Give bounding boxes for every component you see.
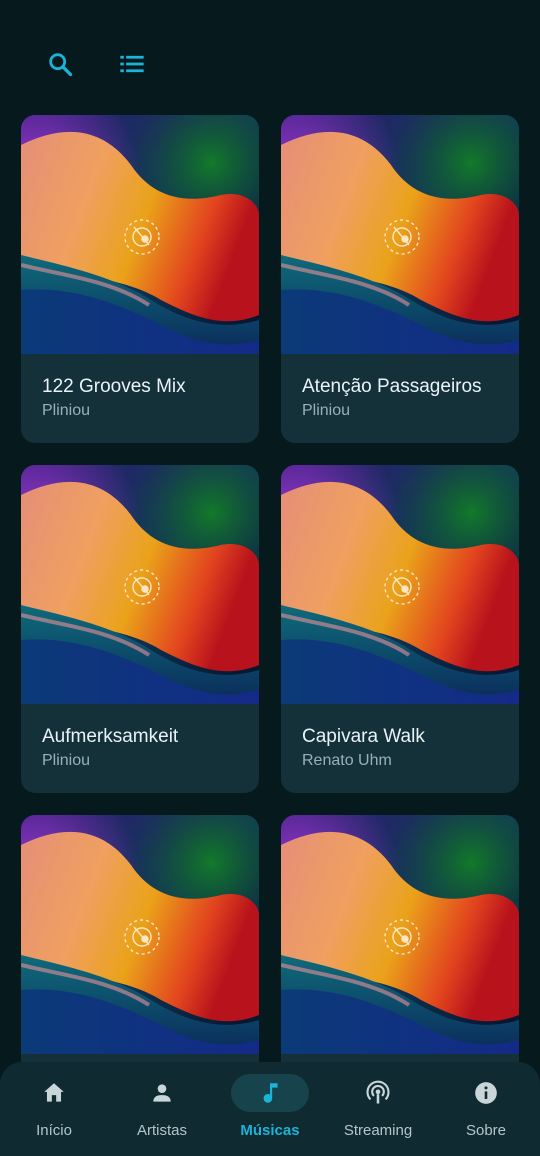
list-icon	[120, 55, 144, 73]
nav-label: Músicas	[240, 1122, 300, 1139]
music-note-icon	[263, 1083, 278, 1103]
home-icon	[44, 1083, 64, 1102]
song-artist: Pliniou	[42, 402, 91, 419]
song-title: Atenção Passageiros	[302, 376, 482, 397]
song-info: Capivara Walk Renato Uhm	[281, 704, 519, 772]
album-art-image	[281, 115, 519, 354]
search-button[interactable]	[40, 44, 80, 84]
song-card[interactable]: 122 Grooves Mix Pliniou	[21, 115, 259, 443]
album-art-image	[21, 815, 259, 1054]
song-info: Aufmerksamkeit Pliniou	[21, 704, 259, 772]
album-art-image	[21, 115, 259, 354]
nav-label: Artistas	[136, 1122, 187, 1139]
bottom-navigation: Início Artistas Músicas Streaming Sobre	[0, 1062, 540, 1156]
song-title: Capivara Walk	[302, 726, 425, 747]
song-title: 122 Grooves Mix	[42, 376, 186, 397]
nav-icon-container	[447, 1074, 525, 1112]
song-artist: Renato Uhm	[302, 752, 392, 769]
search-icon	[49, 53, 73, 77]
nav-item-sobre[interactable]: Sobre	[432, 1062, 540, 1156]
podcast-icon	[366, 1080, 390, 1104]
song-card[interactable]: Capivara Walk Renato Uhm	[281, 465, 519, 793]
album-art-image	[21, 465, 259, 704]
person-icon	[153, 1084, 171, 1102]
nav-icon-container	[15, 1074, 93, 1112]
list-view-button[interactable]	[112, 44, 152, 84]
nav-icon-container	[231, 1074, 309, 1112]
song-info: Atenção Passageiros Pliniou	[281, 354, 519, 422]
songs-grid: 122 Grooves Mix Pliniou Atenção Passagei…	[21, 115, 519, 1143]
album-art-image	[281, 465, 519, 704]
song-card[interactable]: Atenção Passageiros Pliniou	[281, 115, 519, 443]
song-title: Aufmerksamkeit	[42, 726, 179, 747]
info-icon	[475, 1082, 497, 1104]
nav-item-musicas[interactable]: Músicas	[216, 1062, 324, 1156]
song-artist: Pliniou	[42, 752, 91, 769]
nav-label: Sobre	[465, 1122, 507, 1139]
nav-label: Início	[36, 1122, 72, 1139]
nav-item-inicio[interactable]: Início	[0, 1062, 108, 1156]
nav-item-streaming[interactable]: Streaming	[324, 1062, 432, 1156]
song-info: 122 Grooves Mix Pliniou	[21, 354, 259, 422]
nav-label: Streaming	[343, 1122, 413, 1139]
nav-item-artistas[interactable]: Artistas	[108, 1062, 216, 1156]
song-card[interactable]: Aufmerksamkeit Pliniou	[21, 465, 259, 793]
top-toolbar	[40, 44, 152, 84]
nav-icon-container	[123, 1074, 201, 1112]
album-art-image	[281, 815, 519, 1054]
app-screen: 122 Grooves Mix Pliniou Atenção Passagei…	[0, 0, 540, 1156]
nav-icon-container	[339, 1074, 417, 1112]
song-artist: Pliniou	[302, 402, 351, 419]
